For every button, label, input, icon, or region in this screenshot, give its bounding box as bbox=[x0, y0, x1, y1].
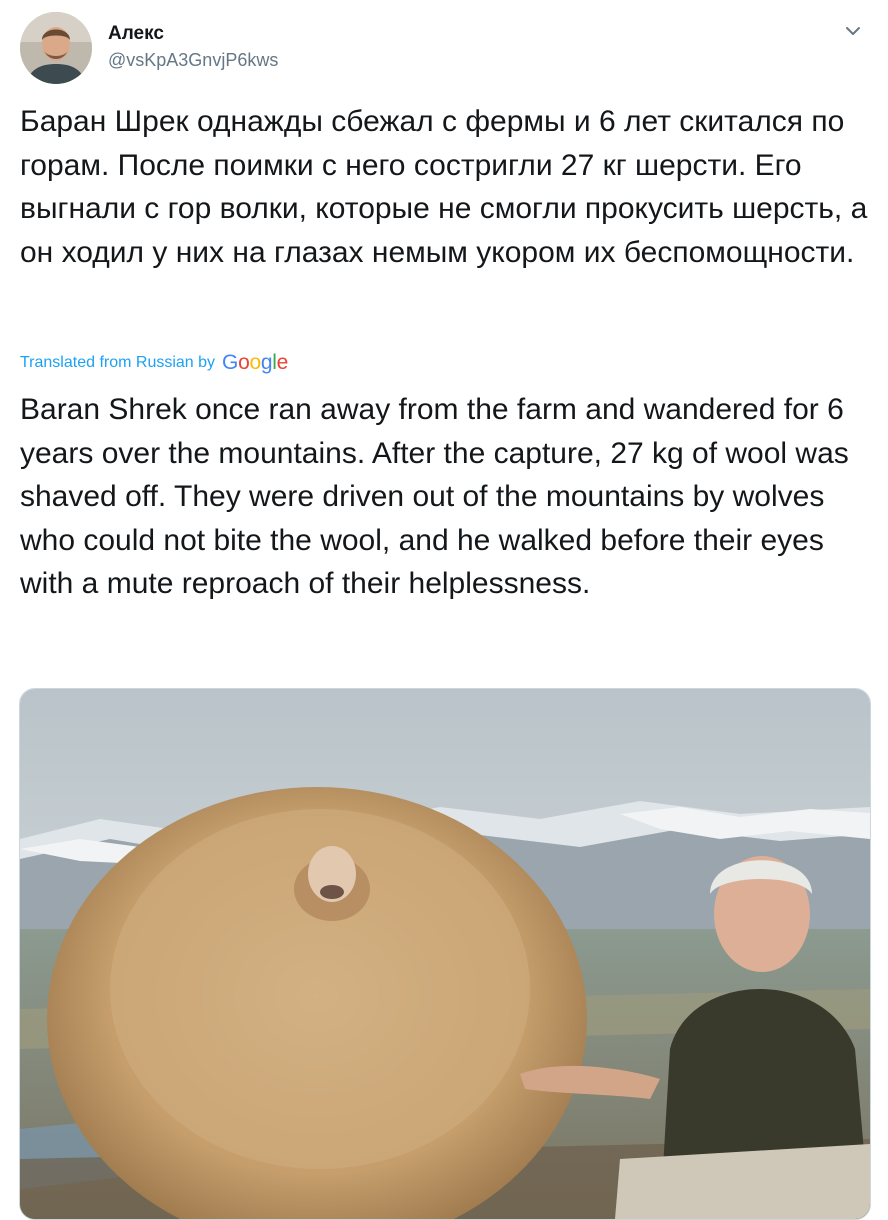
google-letter: g bbox=[260, 351, 273, 374]
translation-attribution[interactable]: Translated from Russian by Google bbox=[20, 348, 288, 378]
author-handle[interactable]: @vsKpA3GnvjP6kws bbox=[108, 48, 278, 72]
google-letter: o bbox=[249, 351, 261, 374]
chevron-down-icon[interactable] bbox=[842, 20, 864, 42]
tweet-photo[interactable] bbox=[19, 688, 871, 1220]
author-display-name[interactable]: Алекс bbox=[108, 22, 278, 46]
tweet-header: Алекс @vsKpA3GnvjP6kws bbox=[20, 12, 870, 88]
translation-label: Translated from Russian by bbox=[20, 354, 216, 371]
google-logo: Google bbox=[222, 351, 288, 375]
tweet-text: Баран Шрек однажды сбежал с фермы и 6 ле… bbox=[20, 105, 868, 269]
photo-sheep-shrek bbox=[20, 689, 870, 1219]
google-letter: G bbox=[222, 351, 239, 374]
avatar[interactable] bbox=[20, 12, 92, 84]
google-letter: e bbox=[276, 351, 289, 374]
google-letter: o bbox=[238, 351, 250, 374]
avatar-photo bbox=[20, 12, 92, 84]
translation-text: Baran Shrek once ran away from the farm … bbox=[20, 393, 849, 600]
